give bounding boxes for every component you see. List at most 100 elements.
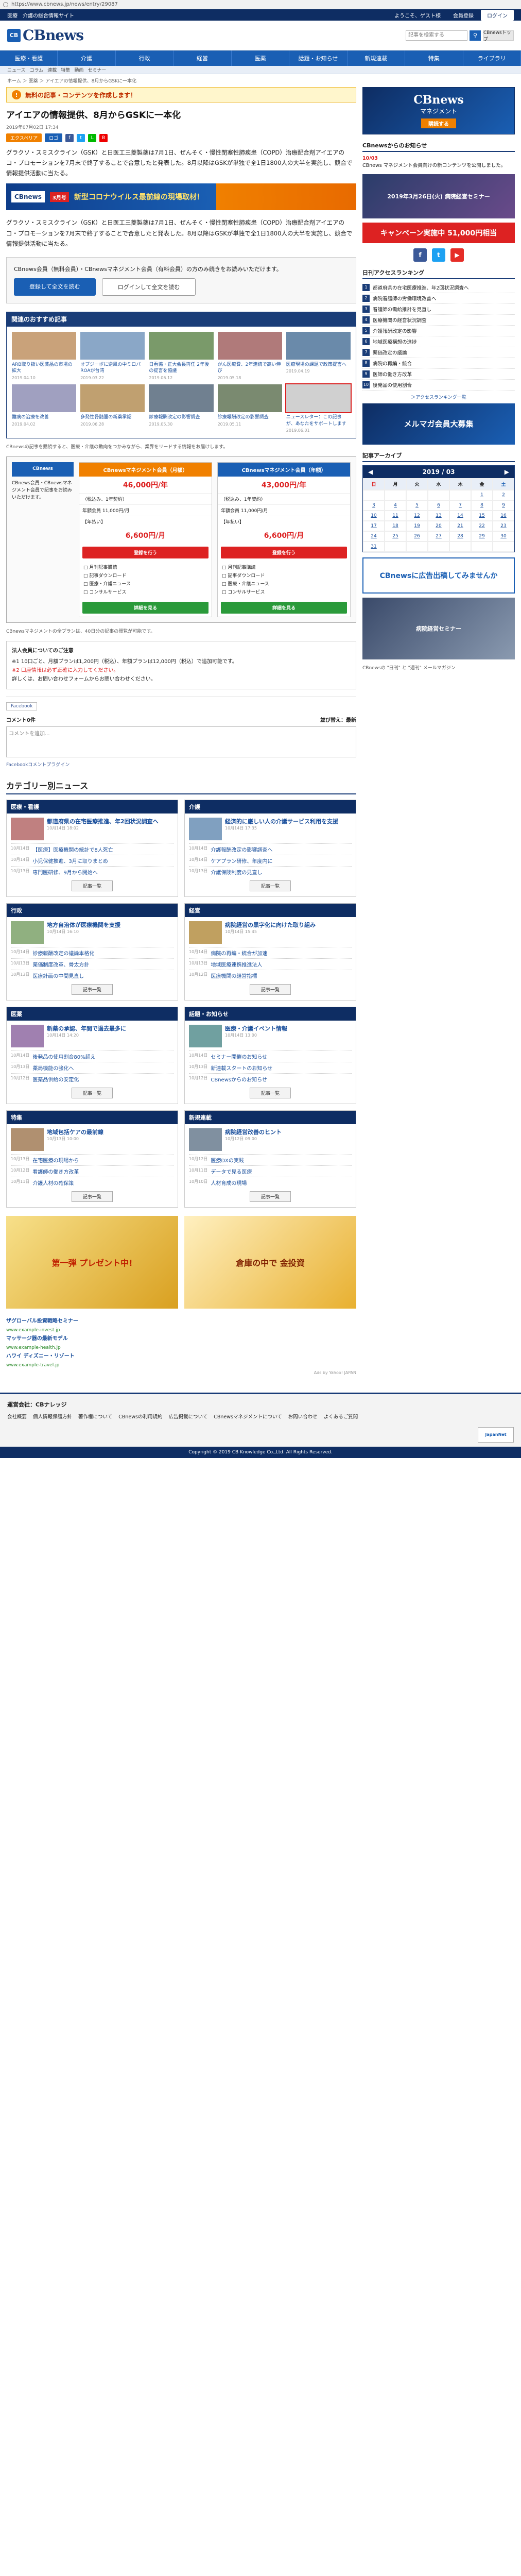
list-item-title[interactable]: CBnewsからのお知らせ xyxy=(211,1075,267,1083)
youtube-icon[interactable]: ▶ xyxy=(450,248,464,262)
list-item[interactable]: 10月13日 地域医療連携推進法人 xyxy=(189,958,352,970)
nav-item-series[interactable]: 新規連載 xyxy=(348,50,406,66)
sidebar-ad-mailmag[interactable]: メルマガ会員大募集 xyxy=(362,403,515,445)
category-block-heading[interactable]: 特集 xyxy=(7,1110,178,1124)
calendar-day[interactable]: 9 xyxy=(493,500,514,511)
ranking-item[interactable]: 7 薬価改定の議論 xyxy=(362,347,515,358)
featured-article[interactable]: 都道府県の在宅医療推進、年2回状況調査へ 10月14日 18:02 xyxy=(11,817,173,840)
featured-article-title-text[interactable]: 地方自治体が医療機関を支援 xyxy=(47,921,120,929)
article-thumbnail[interactable] xyxy=(11,921,44,944)
category-more-button[interactable]: 記事一覧 xyxy=(72,1191,113,1202)
subnav-item[interactable]: コラム xyxy=(30,66,44,73)
list-item[interactable]: 10月12日 医薬品供給の安定化 xyxy=(11,1073,173,1084)
ranking-title[interactable]: 医療機関の経営状況調査 xyxy=(373,316,427,324)
calendar-day[interactable]: 18 xyxy=(385,520,406,531)
ranking-item[interactable]: 1 都道府県の在宅医療推進、年2回状況調査へ xyxy=(362,282,515,293)
list-item-title[interactable]: 介護報酬改定の影響調査へ xyxy=(211,845,272,853)
calendar-day[interactable]: 26 xyxy=(406,531,428,541)
ranking-title[interactable]: 介護報酬改定の影響 xyxy=(373,327,417,334)
inline-banner[interactable]: CBnews 3月号 新型コロナウイルス最前線の現場取材！ xyxy=(6,183,356,211)
list-item-title[interactable]: 【医療】医療機関の統計で8人死亡 xyxy=(32,845,113,853)
plan-register-button[interactable]: 登録を行う xyxy=(221,546,347,558)
calendar-day[interactable]: 10 xyxy=(363,510,385,521)
calendar-day[interactable]: 4 xyxy=(385,500,406,511)
ranking-item[interactable]: 10 後発品の使用割合 xyxy=(362,380,515,391)
nav-item-pharma[interactable]: 医薬 xyxy=(232,50,290,66)
subnav-item[interactable]: ニュース xyxy=(7,66,26,73)
calendar-day[interactable]: 29 xyxy=(471,531,493,541)
next-month-icon[interactable]: ▶ xyxy=(505,468,509,476)
related-article-title[interactable]: 日看協・正大会長再任 2年後の提言を協議 xyxy=(149,362,213,375)
related-article-title[interactable]: 難病の治療を改善 xyxy=(12,414,76,421)
list-item[interactable]: 10月14日 介護報酬改定の影響調査へ xyxy=(189,843,352,855)
featured-article-title-text[interactable]: 新薬の承認、年間で過去最多に xyxy=(47,1025,126,1032)
footer-link[interactable]: 会社概要 xyxy=(7,1413,27,1420)
calendar-day[interactable]: 30 xyxy=(493,531,514,541)
plan-detail-button[interactable]: 詳細を見る xyxy=(82,602,209,614)
featured-article-title-text[interactable]: 病院経営の黒字化に向けた取り組み xyxy=(225,921,316,929)
ad-link[interactable]: ザグローバル投資戦略セミナー xyxy=(6,1317,356,1326)
list-item-title[interactable]: 診療報酬改定の議論本格化 xyxy=(32,949,94,957)
subnav-item[interactable]: セミナー xyxy=(88,66,106,73)
featured-article[interactable]: 病院経営の黒字化に向けた取り組み 10月14日 15:45 xyxy=(189,921,352,944)
footer-link[interactable]: 個人情報保護方針 xyxy=(33,1413,72,1420)
register-link[interactable]: 会員登録 xyxy=(448,10,479,21)
calendar-day[interactable]: 11 xyxy=(385,510,406,521)
facebook-share-icon[interactable]: f xyxy=(65,133,74,142)
category-more-button[interactable]: 記事一覧 xyxy=(250,984,291,995)
list-item-title[interactable]: 医薬品供給の安定化 xyxy=(32,1075,79,1083)
service-item[interactable]: □ 医療・介護ニュース xyxy=(83,580,207,588)
list-item[interactable]: 10月13日 薬価制度改革、骨太方針 xyxy=(11,958,173,970)
subnav-item[interactable]: 連載 xyxy=(47,66,57,73)
article-thumbnail[interactable] xyxy=(189,921,222,944)
list-item-title[interactable]: 地域医療連携推進法人 xyxy=(211,960,262,968)
related-article[interactable]: ニュースレター：この記事が、あなたをサポートします 2019.06.01 xyxy=(285,383,352,433)
footer-link[interactable]: 著作権について xyxy=(78,1413,112,1420)
subnav-item[interactable]: 特集 xyxy=(61,66,70,73)
calendar-day[interactable]: 12 xyxy=(406,510,428,521)
ad-link[interactable]: ハワイ ディズニー・リゾート xyxy=(6,1352,356,1361)
ranking-item[interactable]: 8 病院の再編・統合 xyxy=(362,358,515,369)
nav-item-feature[interactable]: 特集 xyxy=(405,50,463,66)
subscribe-button[interactable]: 購読する xyxy=(421,118,456,128)
list-item-title[interactable]: 薬価制度改革、骨太方針 xyxy=(32,960,89,968)
bookmark-share-icon[interactable]: B xyxy=(99,133,108,142)
ranking-title[interactable]: 都道府県の在宅医療推進、年2回状況調査へ xyxy=(373,284,469,291)
calendar-day[interactable]: 27 xyxy=(428,531,449,541)
featured-article[interactable]: 経済的に厳しい人の介護サービス利用を支援 10月14日 17:35 xyxy=(189,817,352,840)
calendar-day[interactable]: 19 xyxy=(406,520,428,531)
ranking-title[interactable]: 地域医療構想の進捗 xyxy=(373,338,417,345)
related-article[interactable]: ARB取り扱い医薬品の市場の拡大 2019.04.10 xyxy=(12,331,77,380)
featured-article-title-text[interactable]: 地域包括ケアの最前線 xyxy=(47,1128,103,1136)
article-thumbnail[interactable] xyxy=(285,383,352,413)
calendar-day[interactable]: 5 xyxy=(406,500,428,511)
featured-article-title[interactable]: 新薬の承認、年間で過去最多に 10月14日 14:20 xyxy=(47,1025,126,1047)
related-article-title[interactable]: 診療報酬改定の影響調査 xyxy=(218,414,282,421)
featured-article[interactable]: 地域包括ケアの最前線 10月13日 10:00 xyxy=(11,1128,173,1151)
related-article[interactable]: 診療報酬改定の影響調査 2019.05.30 xyxy=(149,384,214,433)
ranking-title[interactable]: 病院看護師の労働環境改善へ xyxy=(373,295,437,302)
list-item-title[interactable]: 介護人材の確保策 xyxy=(32,1179,74,1187)
article-thumbnail[interactable] xyxy=(80,331,145,360)
ranking-item[interactable]: 3 看護師の需給推計を見直し xyxy=(362,304,515,315)
sidebar-ad-seminar[interactable]: 2019年3月26日(火) 病院経営セミナー xyxy=(362,174,515,218)
calendar-day[interactable]: 3 xyxy=(363,500,385,511)
calendar-day[interactable]: 23 xyxy=(493,520,514,531)
article-thumbnail[interactable] xyxy=(189,1024,222,1047)
calendar-day[interactable]: 6 xyxy=(428,500,449,511)
sidebar-ad-advertise[interactable]: CBnewsに広告出稿してみませんか xyxy=(362,557,515,594)
list-item-title[interactable]: 専門医研修、9月から開始へ xyxy=(32,868,97,876)
list-item-title[interactable]: 薬局機能の強化へ xyxy=(32,1064,74,1072)
ranking-title[interactable]: 薬価改定の議論 xyxy=(373,349,407,356)
calendar-day[interactable]: 2 xyxy=(493,489,514,500)
article-tag[interactable]: ロゴ xyxy=(45,133,63,142)
featured-article-title[interactable]: 病院経営の黒字化に向けた取り組み 10月14日 15:45 xyxy=(225,921,316,944)
browser-url-bar[interactable]: https://www.cbnews.jp/news/entry/29087 xyxy=(0,0,521,9)
list-item-title[interactable]: 医療機関の経営指標 xyxy=(211,972,257,979)
footer-link[interactable]: よくあるご質問 xyxy=(324,1413,358,1420)
list-item[interactable]: 10月14日 セミナー開催のお知らせ xyxy=(189,1050,352,1062)
related-article-title[interactable]: オプジーボに逆風の中ミロバ ROAが台湾 xyxy=(80,362,145,375)
ads-by[interactable]: Ads by Yahoo! JAPAN xyxy=(6,1369,356,1377)
comment-sort[interactable]: 並び替え：最新 xyxy=(320,716,356,723)
featured-article-title[interactable]: 地方自治体が医療機関を支援 10月14日 16:10 xyxy=(47,921,120,944)
